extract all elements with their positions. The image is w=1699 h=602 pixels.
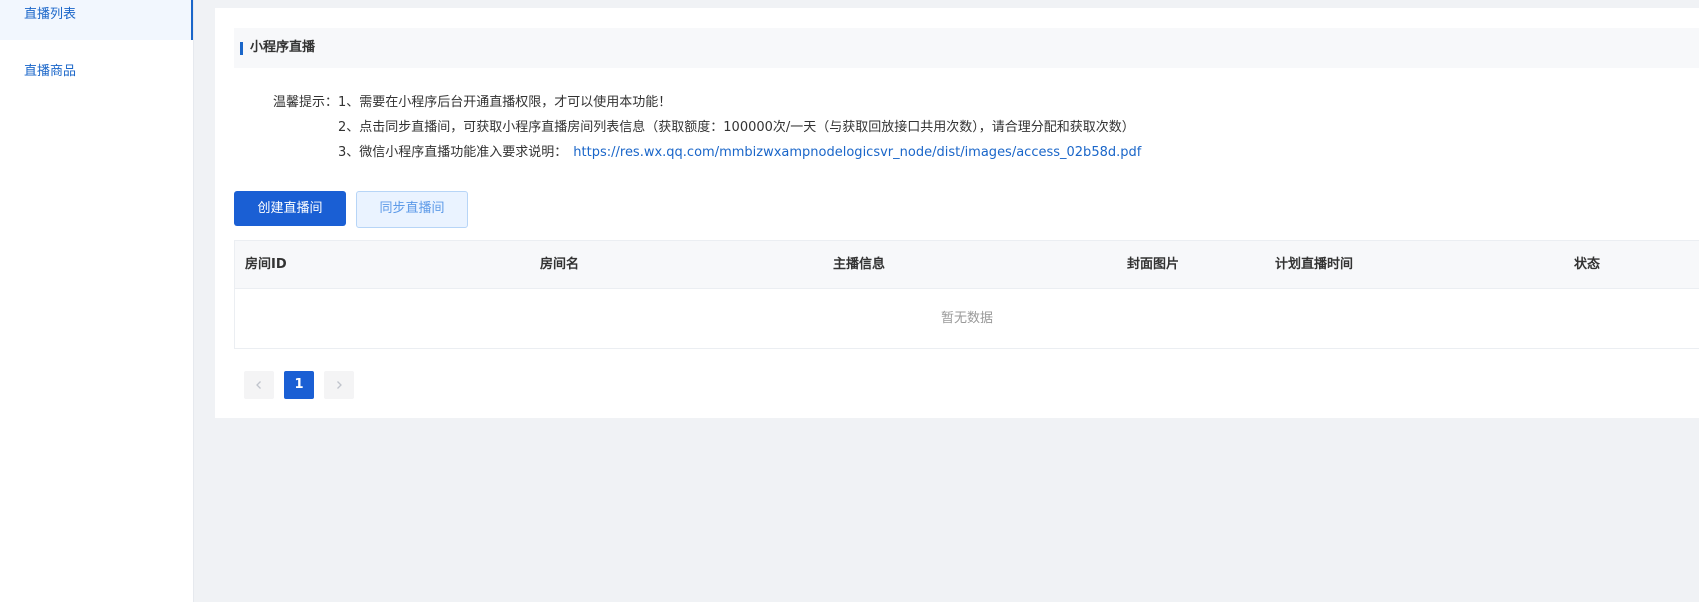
sidebar: 直播列表 直播商品 bbox=[0, 0, 194, 602]
tip-line-3-prefix: 3、微信小程序直播功能准入要求说明： bbox=[338, 145, 568, 160]
sidebar-item-label: 直播列表 bbox=[24, 7, 77, 22]
table-header: 房间ID 房间名 主播信息 封面图片 计划直播时间 状态 bbox=[235, 241, 1699, 288]
sidebar-item-live-list[interactable]: 直播列表 bbox=[0, 0, 193, 40]
tip-line-3: 3、微信小程序直播功能准入要求说明： https://res.wx.qq.com/… bbox=[338, 140, 1141, 165]
tips-label: 温馨提示： bbox=[272, 95, 338, 110]
next-page-button[interactable] bbox=[324, 371, 354, 399]
chevron-left-icon bbox=[256, 380, 261, 389]
sidebar-item-live-products[interactable]: 直播商品 bbox=[0, 46, 193, 98]
page-number-current[interactable]: 1 bbox=[284, 371, 314, 399]
column-header-anchor-info: 主播信息 bbox=[833, 257, 886, 272]
column-header-room-name: 房间名 bbox=[540, 257, 580, 272]
sidebar-item-label: 直播商品 bbox=[24, 64, 77, 79]
main-panel: 小程序直播 温馨提示： 1、需要在小程序后台开通直播权限，才可以使用本功能！ 2… bbox=[215, 8, 1699, 418]
tip-line-2: 2、点击同步直播间，可获取小程序直播房间列表信息（获取额度：100000次/一天… bbox=[338, 120, 1135, 135]
column-header-scheduled-time: 计划直播时间 bbox=[1275, 257, 1354, 272]
section-title: 小程序直播 bbox=[250, 40, 316, 55]
chevron-right-icon bbox=[337, 380, 342, 389]
prev-page-button[interactable] bbox=[244, 371, 274, 399]
section-accent-bar bbox=[240, 42, 243, 55]
live-room-table: 房间ID 房间名 主播信息 封面图片 计划直播时间 状态 暂无数据 bbox=[234, 240, 1699, 349]
column-header-room-id: 房间ID bbox=[245, 257, 287, 272]
create-live-room-button[interactable]: 创建直播间 bbox=[234, 191, 346, 226]
tip-line-1: 1、需要在小程序后台开通直播权限，才可以使用本功能！ bbox=[338, 95, 672, 110]
section-header: 小程序直播 bbox=[234, 28, 1699, 68]
column-header-status: 状态 bbox=[1574, 257, 1601, 272]
sync-live-room-button[interactable]: 同步直播间 bbox=[356, 191, 468, 228]
access-requirements-link[interactable]: https://res.wx.qq.com/mmbizwxampnodelogi… bbox=[573, 145, 1141, 160]
column-header-cover-image: 封面图片 bbox=[1127, 257, 1180, 272]
table-empty-state: 暂无数据 bbox=[235, 288, 1699, 349]
